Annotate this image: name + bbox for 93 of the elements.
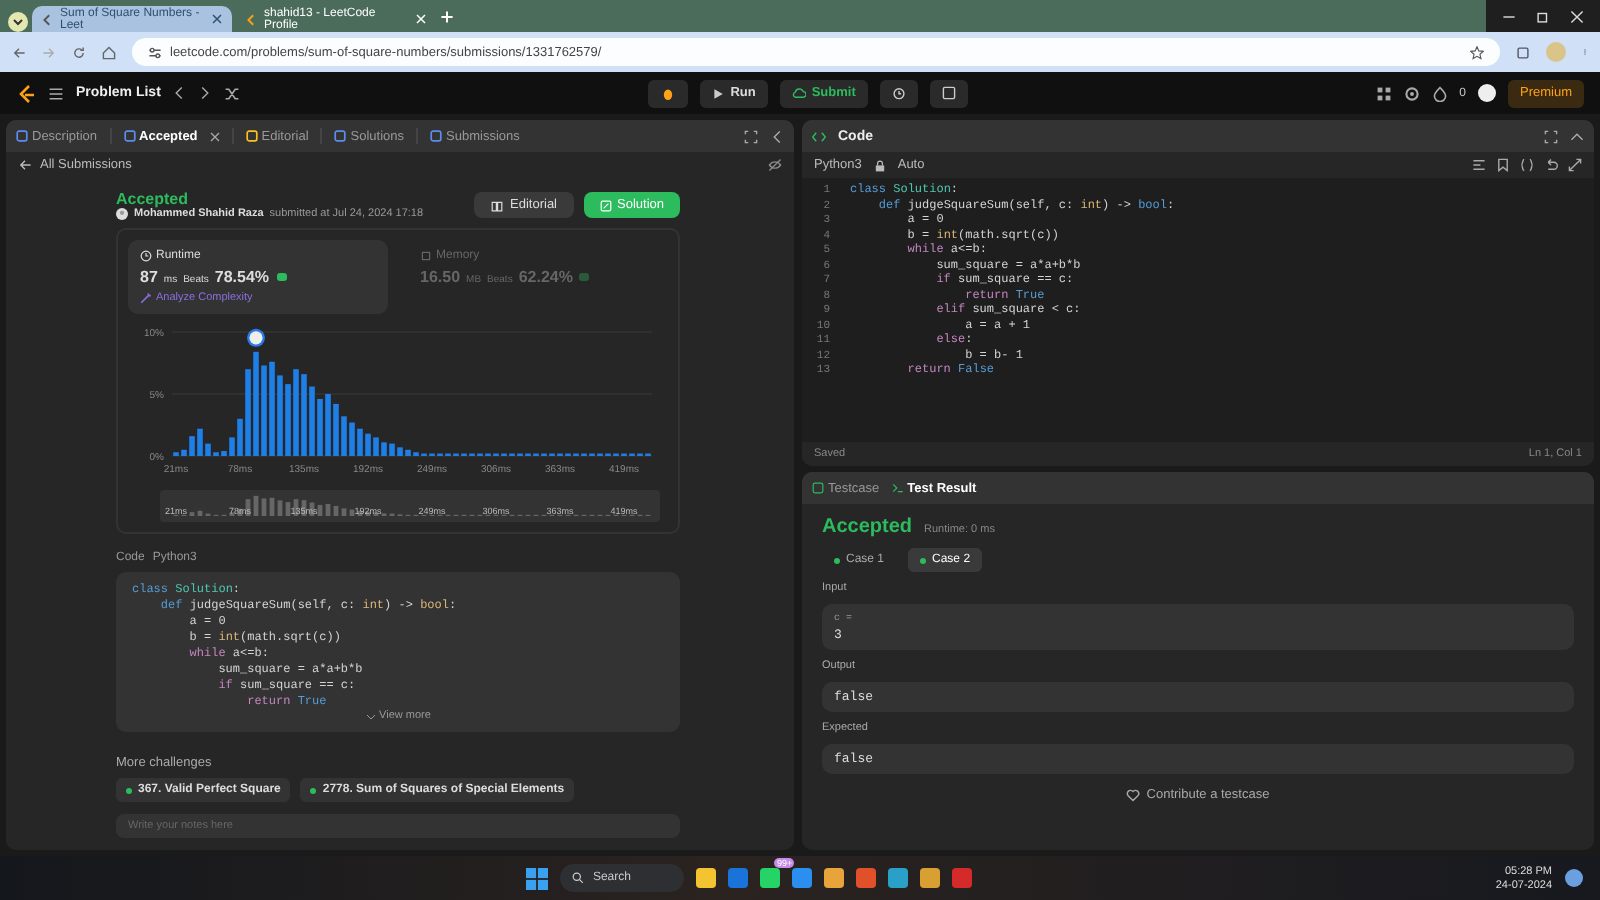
beats-percent: 78.54% [214,268,270,286]
histogram-bar[interactable] [389,443,395,456]
format-icon[interactable] [1472,158,1486,172]
maximize-icon[interactable] [744,129,758,143]
tab-icon [334,130,347,142]
tab-icon [245,130,258,142]
braces-icon[interactable] [1520,158,1534,172]
browser-icon[interactable] [888,868,909,888]
histogram-bar[interactable] [357,428,363,456]
home-icon[interactable] [102,45,116,59]
histogram-bar[interactable] [205,443,211,456]
chat-app-icon[interactable] [760,868,781,888]
star-icon[interactable] [1470,45,1484,59]
extensions-icon[interactable] [1516,45,1530,59]
badge-icon [578,272,591,282]
code-icon [812,129,826,143]
wand-icon [140,292,152,304]
site-icon [42,13,54,25]
tab-menu-icon[interactable] [8,12,28,32]
note-icon [941,86,956,100]
close-icon[interactable] [209,131,220,141]
settings-icon[interactable] [1403,85,1420,101]
tab-icon [16,130,28,142]
next-icon[interactable] [198,86,213,100]
code-editor-icon[interactable] [792,868,813,888]
logo-icon[interactable] [16,83,36,103]
beats-percent: 62.24% [518,268,573,286]
avatar[interactable] [1477,84,1496,102]
book-icon [490,199,505,211]
badge-icon [275,272,288,282]
histogram-bar[interactable] [397,447,403,456]
pdf-icon[interactable] [952,868,973,888]
debug-button[interactable] [648,79,689,107]
bug-icon [660,85,677,101]
collapse-icon[interactable] [1570,129,1584,143]
alarm-clock-icon [891,86,906,100]
timer-button[interactable] [879,79,918,107]
submission-status: Accepted [116,190,191,208]
cloud-icon [791,86,806,100]
expand-icon[interactable] [1568,158,1582,172]
back-arrow-icon[interactable] [18,158,32,172]
undo-icon[interactable] [1544,158,1558,172]
hide-icon[interactable] [768,158,782,172]
histogram-bar[interactable] [373,437,379,456]
file-manager-icon[interactable] [696,868,717,888]
histogram-bar[interactable] [181,449,187,456]
terminal-icon [891,482,904,494]
maximize-icon[interactable] [1544,129,1558,143]
forward-icon[interactable] [42,45,56,59]
user-marker-icon [247,328,265,347]
histogram-bar[interactable] [349,422,355,456]
chevron-down-icon [365,711,376,721]
play-icon [712,87,725,99]
histogram-bar[interactable] [237,418,243,456]
bookmark-icon[interactable] [1496,158,1510,172]
clock-icon [140,250,152,262]
browser-icon[interactable] [824,868,845,888]
histogram-bar[interactable] [365,433,371,456]
tab-icon [123,130,136,142]
histogram-bar[interactable] [221,451,227,456]
tab-icon [430,130,443,142]
new-tab-icon[interactable] [440,9,454,23]
heart-icon [1126,788,1141,802]
lock-icon [873,159,886,171]
histogram-bar[interactable] [341,416,347,456]
result-status: Accepted [822,516,913,538]
reload-icon[interactable] [72,45,86,59]
windows-start-icon[interactable] [526,867,549,889]
site-settings-icon [148,45,162,59]
list-icon[interactable] [48,85,64,101]
previous-icon[interactable] [172,86,187,100]
histogram-bar[interactable] [405,449,411,456]
user-avatar-icon [116,208,128,220]
widgets-icon[interactable] [1564,868,1585,888]
mail-icon[interactable] [728,868,749,888]
checkbox-icon [812,482,824,494]
search-icon [572,872,585,884]
browser-icon[interactable] [920,868,941,888]
site-icon [246,13,258,25]
histogram-bar[interactable] [197,428,203,456]
histogram-bar[interactable] [229,437,235,456]
restore-icon[interactable] [1536,9,1550,23]
range-selector[interactable] [160,490,660,522]
browser-icon[interactable] [856,868,877,888]
histogram-bar[interactable] [381,442,387,456]
back-icon[interactable] [12,45,26,59]
grid-icon[interactable] [1375,85,1392,101]
stat-value: 87 [140,268,158,286]
edit-icon [599,199,611,211]
shuffle-icon[interactable] [224,85,241,101]
stat-value: 16.50 [420,268,461,286]
collapse-icon[interactable] [770,129,784,143]
notes-button[interactable] [929,79,968,107]
